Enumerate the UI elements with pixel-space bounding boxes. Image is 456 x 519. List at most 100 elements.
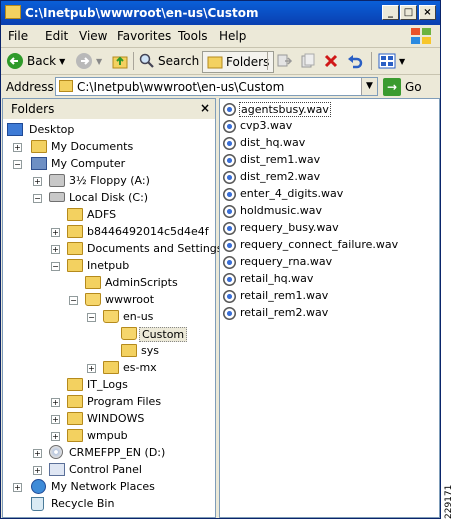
collapse-button[interactable]: −: [13, 160, 22, 169]
file-name: requery_rna.wav: [240, 255, 333, 268]
audio-file-icon: [223, 273, 236, 286]
expand-button[interactable]: +: [13, 483, 22, 492]
expand-button[interactable]: +: [87, 364, 96, 373]
collapse-button[interactable]: −: [33, 194, 42, 203]
back-button[interactable]: Back ▼: [6, 51, 65, 71]
close-button[interactable]: ×: [419, 5, 436, 20]
tree-item-label: sys: [141, 344, 159, 357]
file-name: dist_rem1.wav: [240, 153, 321, 166]
go-button[interactable]: → Go: [383, 77, 422, 96]
hard-disk-icon: [49, 192, 65, 202]
folders-label: Folders: [226, 55, 270, 69]
maximize-button[interactable]: □: [400, 5, 417, 20]
folder-icon: [59, 80, 73, 92]
folder-icon: [67, 378, 83, 391]
folders-button[interactable]: Folders: [202, 51, 275, 73]
folder-icon: [67, 259, 83, 272]
audio-file-icon: [223, 188, 236, 201]
tree-item-label: Recycle Bin: [51, 497, 115, 510]
move-to-button[interactable]: [275, 51, 293, 71]
audio-file-icon: [223, 120, 236, 133]
menu-file[interactable]: File: [8, 29, 28, 43]
go-label: Go: [405, 79, 422, 94]
file-list-pane: agentsbusy.wav cvp3.wav dist_hq.wav dist…: [219, 98, 440, 518]
file-name: requery_connect_failure.wav: [240, 238, 399, 251]
expand-button[interactable]: +: [13, 143, 22, 152]
tree-item-label: en-us: [123, 310, 154, 323]
expand-button[interactable]: +: [51, 245, 60, 254]
search-button[interactable]: Search: [139, 51, 199, 71]
toolbar-separator: [133, 52, 134, 70]
menu-tools[interactable]: Tools: [178, 29, 208, 43]
menu-view[interactable]: View: [79, 29, 107, 43]
open-folder-icon: [121, 327, 137, 340]
figure-id-text: 229171: [444, 484, 454, 519]
figure-id: 229171: [444, 465, 456, 519]
views-button[interactable]: ▼: [378, 51, 405, 71]
folder-icon: [67, 208, 83, 221]
folder-icon: [103, 361, 119, 374]
audio-file-icon: [223, 137, 236, 150]
recycle-bin-icon: [31, 497, 44, 511]
expand-button[interactable]: +: [51, 398, 60, 407]
audio-file-icon: [223, 256, 236, 269]
menu-edit[interactable]: Edit: [45, 29, 68, 43]
toolbar-separator: [267, 52, 268, 70]
menu-bar: File Edit View Favorites Tools Help: [1, 25, 440, 48]
folders-pane-close-button[interactable]: ×: [200, 101, 210, 115]
expand-button[interactable]: +: [33, 466, 42, 475]
tree-item-label: Documents and Settings: [87, 242, 223, 255]
audio-file-icon: [223, 103, 236, 116]
delete-button[interactable]: [323, 51, 339, 71]
expand-button[interactable]: +: [33, 177, 42, 186]
folder-icon: [67, 242, 83, 255]
tree-item-label: My Computer: [51, 157, 126, 170]
expand-button[interactable]: +: [33, 449, 42, 458]
minimize-button[interactable]: _: [382, 5, 399, 20]
file-name: retail_rem1.wav: [240, 289, 329, 302]
move-to-icon: [277, 54, 293, 67]
menu-help[interactable]: Help: [219, 29, 246, 43]
collapse-button[interactable]: −: [69, 296, 78, 305]
up-folder-button[interactable]: [111, 51, 129, 71]
forward-button[interactable]: ▼: [75, 51, 102, 71]
file-name: retail_rem2.wav: [240, 306, 329, 319]
file-name: retail_hq.wav: [240, 272, 314, 285]
back-label: Back: [27, 54, 57, 68]
folders-pane: Folders × Desktop + My Documents − My Co…: [2, 98, 223, 518]
tree-item-label: AdminScripts: [105, 276, 178, 289]
audio-file-icon: [223, 222, 236, 235]
title-bar[interactable]: C:\Inetpub\wwwroot\en-us\Custom _ □ ×: [1, 1, 440, 25]
audio-file-icon: [223, 290, 236, 303]
windows-logo-icon: [411, 28, 431, 44]
my-documents-icon: [31, 140, 47, 153]
file-name: dist_rem2.wav: [240, 170, 321, 183]
menu-favorites[interactable]: Favorites: [117, 29, 171, 43]
address-bar: Address C:\Inetpub\wwwroot\en-us\Custom …: [1, 75, 440, 99]
tree-item-label: wwwroot: [105, 293, 155, 306]
folder-icon: [67, 225, 83, 238]
chevron-down-icon: ▼: [399, 56, 406, 66]
address-dropdown-button[interactable]: ▼: [361, 78, 377, 95]
tree-item-label: CRMEFPP_EN (D:): [69, 446, 166, 459]
open-folder-icon: [103, 310, 119, 323]
expand-button[interactable]: +: [51, 432, 60, 441]
folders-pane-header: Folders ×: [3, 99, 215, 119]
folder-icon: [67, 412, 83, 425]
control-panel-icon: [49, 463, 65, 476]
copy-to-button[interactable]: [299, 51, 317, 71]
expand-button[interactable]: +: [51, 228, 60, 237]
collapse-button[interactable]: −: [87, 313, 96, 322]
address-input[interactable]: C:\Inetpub\wwwroot\en-us\Custom ▼: [55, 77, 378, 96]
collapse-button[interactable]: −: [51, 262, 60, 271]
expand-button[interactable]: +: [51, 415, 60, 424]
audio-file-icon: [223, 307, 236, 320]
audio-file-icon: [223, 154, 236, 167]
audio-file-icon: [223, 171, 236, 184]
views-icon: [378, 53, 396, 69]
tree-item-label: Control Panel: [69, 463, 142, 476]
undo-button[interactable]: [346, 51, 364, 71]
address-label: Address: [6, 80, 54, 94]
up-folder-icon: [112, 56, 128, 69]
audio-file-icon: [223, 239, 236, 252]
